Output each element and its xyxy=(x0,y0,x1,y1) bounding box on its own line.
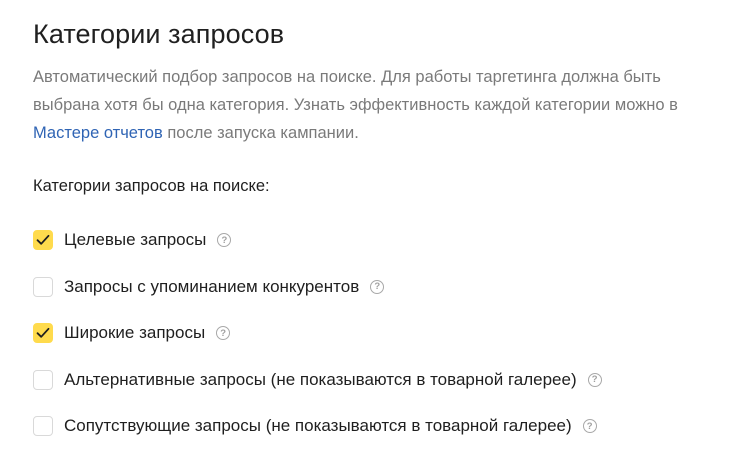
option-label[interactable]: Целевые запросы xyxy=(64,228,206,252)
description-text-after: после запуска кампании. xyxy=(162,124,359,142)
option-related-queries[interactable]: Сопутствующие запросы (не показываются в… xyxy=(33,403,733,450)
option-competitor-queries[interactable]: Запросы с упоминанием конкурентов ? xyxy=(33,264,733,311)
description-text-before: Автоматический подбор запросов на поиске… xyxy=(33,68,678,114)
question-circle-icon[interactable]: ? xyxy=(587,372,602,387)
question-circle-icon[interactable]: ? xyxy=(582,419,597,434)
option-broad-queries[interactable]: Широкие запросы ? xyxy=(33,310,733,357)
checkbox[interactable] xyxy=(33,369,53,390)
option-label[interactable]: Запросы с упоминанием конкурентов xyxy=(64,275,359,299)
report-wizard-link[interactable]: Мастере отчетов xyxy=(33,124,163,142)
query-categories-section: Категории запросов Автоматический подбор… xyxy=(33,14,733,437)
checkbox[interactable] xyxy=(33,276,53,297)
option-target-queries[interactable]: Целевые запросы ? xyxy=(33,217,733,264)
question-circle-icon[interactable]: ? xyxy=(370,279,385,294)
option-label[interactable]: Сопутствующие запросы (не показываются в… xyxy=(64,414,572,438)
checkbox[interactable] xyxy=(33,416,53,437)
option-alternative-queries[interactable]: Альтернативные запросы (не показываются … xyxy=(33,357,733,404)
section-title: Категории запросов xyxy=(33,19,285,49)
question-circle-icon[interactable]: ? xyxy=(216,326,231,341)
category-options-list: Целевые запросы ? Запросы с упоминанием … xyxy=(33,217,733,450)
search-categories-subheading: Категории запросов на поиске: xyxy=(33,177,270,195)
option-label[interactable]: Альтернативные запросы (не показываются … xyxy=(64,368,577,392)
checkbox[interactable] xyxy=(33,323,53,344)
section-description: Автоматический подбор запросов на поиске… xyxy=(33,63,723,147)
option-label[interactable]: Широкие запросы xyxy=(64,321,205,345)
checkmark-icon xyxy=(36,235,50,245)
checkmark-icon xyxy=(36,328,50,338)
question-circle-icon[interactable]: ? xyxy=(217,233,232,248)
checkbox[interactable] xyxy=(33,230,53,251)
